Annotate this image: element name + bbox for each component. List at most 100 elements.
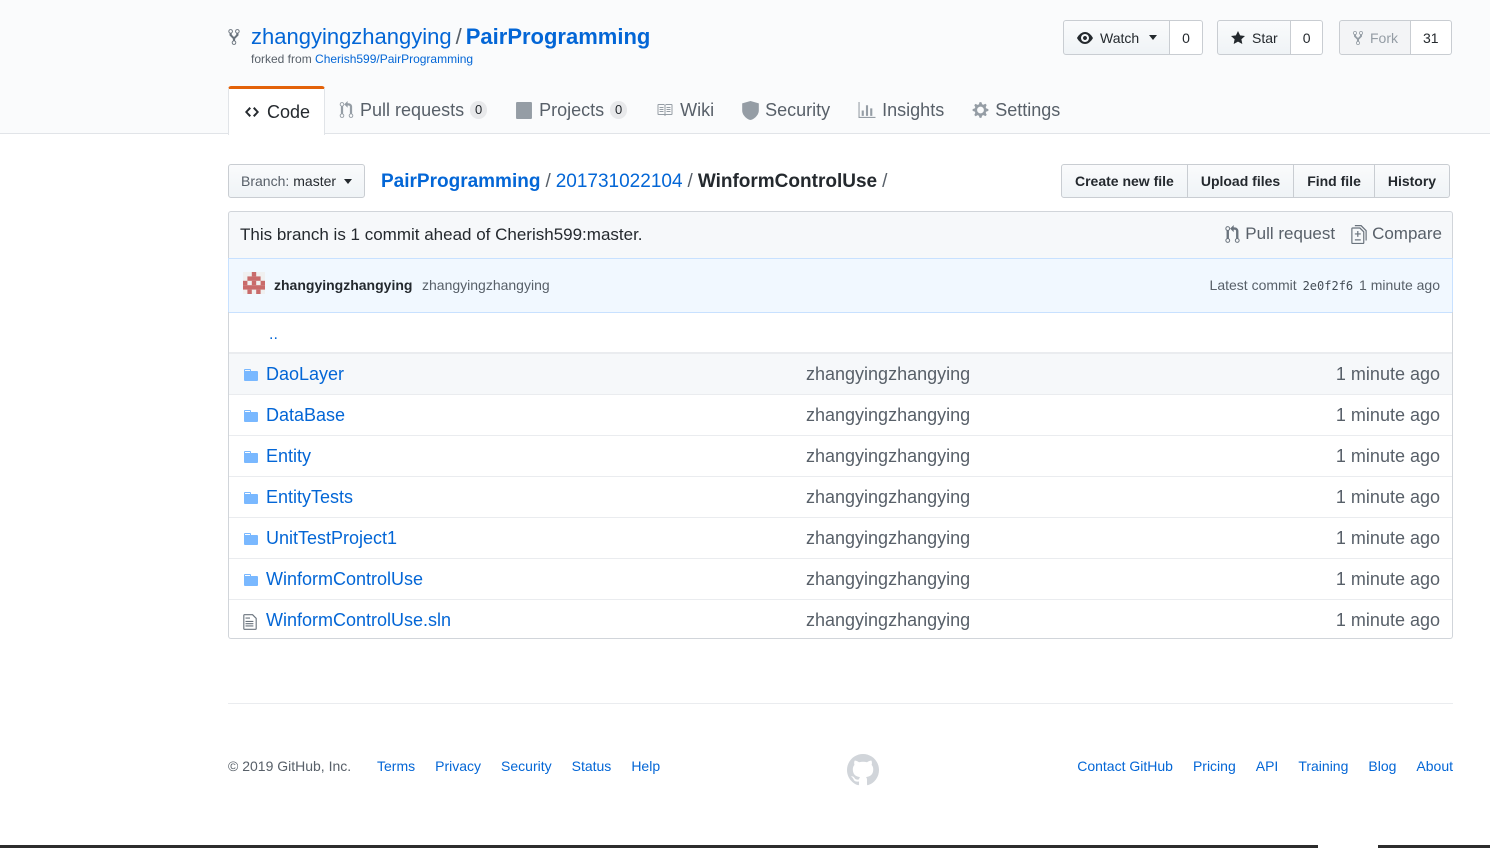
table-row: EntityTests zhangyingzhangying 1 minute … — [229, 476, 1452, 517]
infobar-actions: Pull request Compare — [1225, 224, 1442, 244]
repo-forked-icon — [1352, 30, 1364, 46]
breadcrumb-separator: / — [687, 171, 693, 192]
file-name-link[interactable]: Entity — [266, 446, 311, 467]
footer-link-security[interactable]: Security — [501, 758, 552, 774]
file-age: 1 minute ago — [1335, 528, 1440, 548]
site-footer: © 2019 GitHub, Inc. Terms Privacy Securi… — [228, 703, 1453, 803]
pull-request-link[interactable]: Pull request — [1225, 224, 1335, 244]
file-name-link[interactable]: WinformControlUse — [266, 569, 423, 590]
tab-settings[interactable]: Settings — [958, 86, 1074, 134]
create-new-file-button[interactable]: Create new file — [1061, 164, 1188, 198]
repo-name-link[interactable]: PairProgramming — [466, 24, 651, 49]
tab-settings-label: Settings — [995, 99, 1061, 120]
upload-files-button[interactable]: Upload files — [1186, 164, 1295, 198]
file-name-link[interactable]: UnitTestProject1 — [266, 528, 397, 549]
file-name-link[interactable]: EntityTests — [266, 487, 353, 508]
diff-icon — [1351, 224, 1367, 244]
breadcrumb: PairProgramming/201731022104/WinformCont… — [381, 168, 892, 196]
file-commit-message[interactable]: zhangyingzhangying — [806, 446, 970, 467]
file-age: 1 minute ago — [1335, 610, 1440, 630]
folder-icon — [242, 367, 260, 383]
file-commit-message[interactable]: zhangyingzhangying — [806, 610, 970, 631]
branch-select-button[interactable]: Branch: master — [228, 164, 366, 198]
file-name-link[interactable]: DataBase — [266, 405, 345, 426]
repo-title-separator: / — [455, 24, 462, 49]
forked-from: forked from Cherish599/PairProgramming — [251, 52, 473, 66]
tab-pull-requests-label: Pull requests — [360, 99, 465, 120]
file-commit-message[interactable]: zhangyingzhangying — [806, 528, 970, 549]
folder-icon — [242, 490, 260, 506]
fork-count[interactable]: 31 — [1411, 20, 1452, 55]
commit-sha-link[interactable]: 2e0f2f6 — [1301, 279, 1356, 293]
breadcrumb-current: WinformControlUse — [697, 171, 878, 192]
file-commit-message[interactable]: zhangyingzhangying — [806, 487, 970, 508]
table-row: DataBase zhangyingzhangying 1 minute ago — [229, 394, 1452, 435]
git-pull-request-icon — [1225, 224, 1240, 244]
gear-icon — [972, 101, 989, 119]
tab-security-label: Security — [765, 99, 831, 120]
graph-icon — [858, 101, 876, 119]
folder-icon — [242, 531, 260, 547]
file-age: 1 minute ago — [1335, 487, 1440, 507]
avatar[interactable] — [243, 272, 265, 294]
up-tree-row: .. — [229, 312, 1452, 353]
footer-link-pricing[interactable]: Pricing — [1193, 758, 1236, 774]
footer-link-api[interactable]: API — [1256, 758, 1279, 774]
projects-counter: 0 — [610, 101, 628, 119]
up-tree-link[interactable]: .. — [269, 326, 278, 344]
tab-code[interactable]: Code — [228, 86, 326, 135]
tab-projects[interactable]: Projects 0 — [501, 86, 641, 134]
file-commit-message[interactable]: zhangyingzhangying — [806, 569, 970, 590]
file-age: 1 minute ago — [1335, 364, 1440, 384]
file-age: 1 minute ago — [1335, 446, 1440, 466]
file-commit-message[interactable]: zhangyingzhangying — [806, 405, 970, 426]
breadcrumb-folder-link[interactable]: 201731022104 — [556, 171, 683, 192]
file-name-link[interactable]: DaoLayer — [266, 364, 344, 385]
tab-wiki[interactable]: Wiki — [641, 86, 728, 134]
shield-icon — [742, 100, 759, 120]
compare-link[interactable]: Compare — [1351, 224, 1442, 244]
tab-projects-label: Projects — [539, 99, 605, 120]
table-row: Entity zhangyingzhangying 1 minute ago — [229, 435, 1452, 476]
tab-insights-label: Insights — [882, 99, 945, 120]
file-name-link[interactable]: WinformControlUse.sln — [266, 610, 451, 631]
repo-forked-icon — [227, 28, 241, 46]
eye-icon — [1076, 30, 1094, 46]
table-row: WinformControlUse.sln zhangyingzhangying… — [229, 599, 1452, 638]
commit-message-link[interactable]: zhangyingzhangying — [422, 277, 550, 293]
tab-pull-requests[interactable]: Pull requests 0 — [325, 86, 501, 134]
forked-source-link[interactable]: Cherish599/PairProgramming — [315, 52, 473, 66]
fork-group: Fork 31 — [1339, 20, 1452, 55]
footer-link-contact[interactable]: Contact GitHub — [1077, 758, 1173, 774]
watch-button[interactable]: Watch — [1063, 20, 1171, 55]
folder-icon — [242, 408, 260, 424]
file-age: 1 minute ago — [1335, 405, 1440, 425]
pull-request-label: Pull request — [1245, 224, 1336, 243]
commit-author-link[interactable]: zhangyingzhangying — [274, 277, 412, 293]
footer-link-help[interactable]: Help — [631, 758, 660, 774]
github-mark-icon[interactable] — [847, 754, 879, 786]
tab-security[interactable]: Security — [728, 86, 844, 134]
table-row: DaoLayer zhangyingzhangying 1 minute ago — [229, 353, 1452, 394]
star-button[interactable]: Star — [1217, 20, 1291, 55]
footer-link-status[interactable]: Status — [572, 758, 612, 774]
latest-commit-info: Latest commit 2e0f2f6 1 minute ago — [1210, 277, 1440, 293]
breadcrumb-repo-link[interactable]: PairProgramming — [381, 171, 540, 192]
tab-insights[interactable]: Insights — [844, 86, 958, 134]
fork-button[interactable]: Fork — [1339, 20, 1411, 55]
star-icon — [1230, 30, 1246, 46]
find-file-button[interactable]: Find file — [1293, 164, 1375, 198]
file-commit-message[interactable]: zhangyingzhangying — [806, 364, 970, 385]
star-count[interactable]: 0 — [1290, 20, 1324, 55]
watch-count[interactable]: 0 — [1170, 20, 1203, 55]
history-button[interactable]: History — [1373, 164, 1451, 198]
tab-code-label: Code — [267, 101, 311, 122]
footer-link-terms[interactable]: Terms — [377, 758, 415, 774]
folder-icon — [242, 572, 260, 588]
footer-link-training[interactable]: Training — [1298, 758, 1348, 774]
table-row: WinformControlUse zhangyingzhangying 1 m… — [229, 558, 1452, 599]
repo-owner-link[interactable]: zhangyingzhangying — [251, 24, 452, 49]
footer-link-blog[interactable]: Blog — [1368, 758, 1396, 774]
footer-link-privacy[interactable]: Privacy — [435, 758, 481, 774]
footer-link-about[interactable]: About — [1416, 758, 1453, 774]
